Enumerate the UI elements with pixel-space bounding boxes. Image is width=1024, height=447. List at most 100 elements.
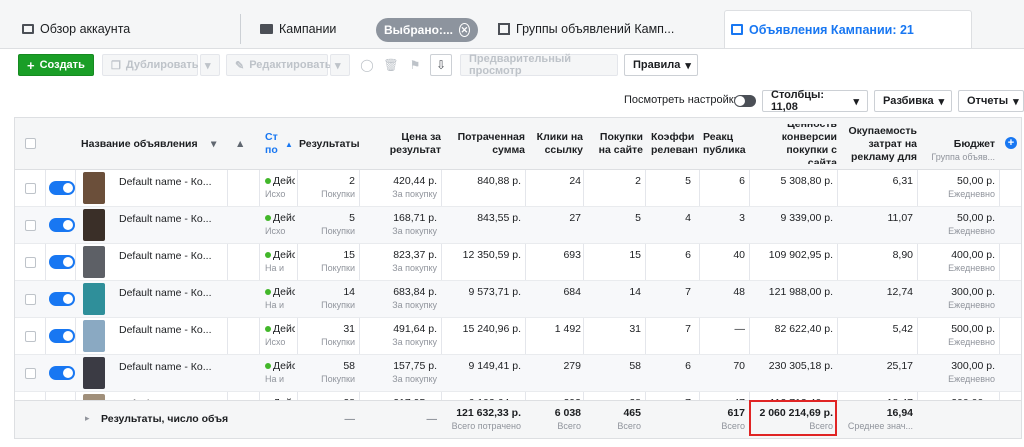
clicks-cell: 279 xyxy=(563,360,581,372)
clicks-cell: 684 xyxy=(563,286,581,298)
table-row[interactable]: Default name - Ко... Дейс Исхо 5 Покупки 168,… xyxy=(15,207,1021,244)
share-icon[interactable]: ⚑ xyxy=(404,54,426,76)
table-row[interactable]: Default name - Ко... Дейс На и 58 Покупки 157… xyxy=(15,355,1021,392)
tab-account-overview[interactable]: Обзор аккаунта xyxy=(16,10,136,48)
results-cell: 14 Покупки xyxy=(321,286,355,310)
copy-icon: ❐ xyxy=(111,59,121,72)
row-checkbox[interactable] xyxy=(25,257,36,268)
table-row[interactable]: Default name - Ко... Дейс На и 15 Покупки 823… xyxy=(15,244,1021,281)
columns-button[interactable]: Столбцы: 11,08 ▾ xyxy=(762,89,868,113)
ad-name[interactable]: Default name - Ко... xyxy=(119,361,229,389)
totals-spent: 121 632,33 р. Всего потрачено xyxy=(451,407,521,431)
row-checkbox[interactable] xyxy=(25,368,36,379)
roas-cell: 25,17 xyxy=(886,360,913,372)
selected-filter-chip[interactable]: Выбрано:... ✕ xyxy=(376,18,478,42)
ad-status-toggle[interactable] xyxy=(49,255,75,269)
results-cell: 5 Покупки xyxy=(321,212,355,236)
duplicate-dropdown[interactable]: ▾ xyxy=(200,54,220,76)
close-icon[interactable]: ✕ xyxy=(458,23,470,37)
action-toolbar: + Создать ❐ Дублировать ▾ ✎ Редактироват… xyxy=(0,48,1024,86)
results-cell: 15 Покупки xyxy=(321,249,355,273)
purchases-cell: 31 xyxy=(629,323,641,335)
header-status[interactable]: Ст по ▲ xyxy=(265,124,297,164)
edit-dropdown[interactable]: ▾ xyxy=(330,54,350,76)
totals-row: ▸ Результаты, число объя — — 121 632,33 … xyxy=(15,400,1021,438)
view-options: Посмотреть настройки Столбцы: 11,08 ▾ Ра… xyxy=(0,86,1024,116)
tab-adsets[interactable]: Группы объявлений Камп... xyxy=(492,10,680,48)
cost-per-result-cell: 157,75 р. За покупку xyxy=(392,360,437,384)
ad-name[interactable]: Default name - Ко... xyxy=(119,176,229,204)
chevron-down-icon: ▾ xyxy=(853,95,859,108)
budget-cell: 300,00 р. Ежедневно xyxy=(948,286,995,310)
spent-cell: 9 149,41 р. xyxy=(468,360,521,372)
create-button[interactable]: + Создать xyxy=(18,54,94,76)
cost-per-result-cell: 168,71 р. За покупку xyxy=(392,212,437,236)
header-cost-per-result[interactable]: Цена за результат xyxy=(363,124,441,164)
header-conversion-value[interactable]: Ценность конверсии покупки с сайта xyxy=(755,124,837,164)
preview-button[interactable]: Предварительный просмотр xyxy=(460,53,618,77)
totals-reactions: 617 Всего xyxy=(721,407,745,431)
tab-ads[interactable]: Объявления Кампании: 21 xyxy=(724,10,972,48)
ad-icon xyxy=(731,24,743,35)
ad-status-toggle[interactable] xyxy=(49,218,75,232)
ad-thumbnail xyxy=(83,320,105,352)
table-row[interactable]: Default name - Ко... Дейс На и 14 Покупки 683… xyxy=(15,281,1021,318)
header-amount-spent[interactable]: Потраченная сумма xyxy=(445,124,525,164)
ad-status-toggle[interactable] xyxy=(49,329,75,343)
row-checkbox[interactable] xyxy=(25,331,36,342)
purchases-cell: 5 xyxy=(635,212,641,224)
table-body: Default name - Ко... Дейс Исхо 2 Покупки 420,… xyxy=(15,170,1021,400)
view-settings-toggle[interactable] xyxy=(734,95,756,107)
chevron-down-icon: ▾ xyxy=(685,59,691,72)
header-purchases[interactable]: Покупки на сайте xyxy=(587,124,643,164)
ad-name[interactable]: Default name - Ко... xyxy=(119,324,229,352)
ad-name[interactable]: Default name - Ко... xyxy=(119,250,229,278)
budget-cell: 500,00 р. Ежедневно xyxy=(948,323,995,347)
breakdown-button[interactable]: Разбивка ▾ xyxy=(874,90,952,112)
header-results[interactable]: Результаты xyxy=(299,124,359,164)
rules-button[interactable]: Правила ▾ xyxy=(624,54,698,76)
ad-thumbnail xyxy=(83,246,105,278)
add-column-icon[interactable]: + xyxy=(1005,137,1017,149)
header-name[interactable]: Название объявления xyxy=(81,124,223,164)
row-checkbox[interactable] xyxy=(25,220,36,231)
reports-button[interactable]: Отчеты ▾ xyxy=(958,90,1024,112)
edit-button[interactable]: ✎ Редактировать xyxy=(226,54,331,76)
trash-icon[interactable]: 🗑 xyxy=(380,54,402,76)
duplicate-button[interactable]: ❐ Дублировать xyxy=(102,54,199,76)
ad-name[interactable]: Default name - Ко... xyxy=(119,287,229,315)
table-row[interactable]: Default name - Ко...Дейс28217,95 р.6 102… xyxy=(15,392,1021,400)
tab-campaigns[interactable]: Кампании xyxy=(254,10,342,48)
ad-name[interactable]: Default name - Ко... xyxy=(119,213,229,241)
header-link-clicks[interactable]: Клики на ссылку xyxy=(529,124,583,164)
header-relevance[interactable]: Коэффи релевант xyxy=(651,124,697,164)
spent-cell: 12 350,59 р. xyxy=(462,249,521,261)
ad-status-toggle[interactable] xyxy=(49,292,75,306)
chevron-down-icon: ▾ xyxy=(335,59,341,72)
ad-status-toggle[interactable] xyxy=(49,181,75,195)
sort-icon[interactable]: ▾ xyxy=(211,124,223,164)
select-all-checkbox[interactable] xyxy=(25,138,36,149)
expand-icon[interactable]: ▸ xyxy=(85,413,90,424)
ad-thumbnail xyxy=(83,283,105,315)
export-icon[interactable]: ⇩ xyxy=(430,54,452,76)
header-budget[interactable]: Бюджет Группа объяв... xyxy=(921,124,995,164)
row-checkbox[interactable] xyxy=(25,183,36,194)
ad-thumbnail xyxy=(83,357,105,389)
reactions-cell: 48 xyxy=(733,286,745,298)
ad-status-toggle[interactable] xyxy=(49,366,75,380)
header-roas[interactable]: Окупаемость затрат на рекламу для xyxy=(841,124,918,164)
results-cell: 2 Покупки xyxy=(321,175,355,199)
pencil-icon: ✎ xyxy=(235,59,245,72)
cost-per-result-cell: 823,37 р. За покупку xyxy=(392,249,437,273)
refresh-icon[interactable]: ◯ xyxy=(356,54,378,76)
table-row[interactable]: Default name - Ко... Дейс Исхо 2 Покупки 420,… xyxy=(15,170,1021,207)
tab-bar: Обзор аккаунта Кампании Выбрано:... ✕ Гр… xyxy=(0,0,1024,49)
row-checkbox[interactable] xyxy=(25,294,36,305)
header-reactions[interactable]: Реакц публика xyxy=(703,124,747,164)
table-row[interactable]: Default name - Ко... Дейс Исхо 31 Покупки 491… xyxy=(15,318,1021,355)
clicks-cell: 27 xyxy=(569,212,581,224)
totals-clicks: 6 038 Всего xyxy=(554,407,581,431)
spent-cell: 15 240,96 р. xyxy=(462,323,521,335)
spent-cell: 843,55 р. xyxy=(477,212,521,224)
